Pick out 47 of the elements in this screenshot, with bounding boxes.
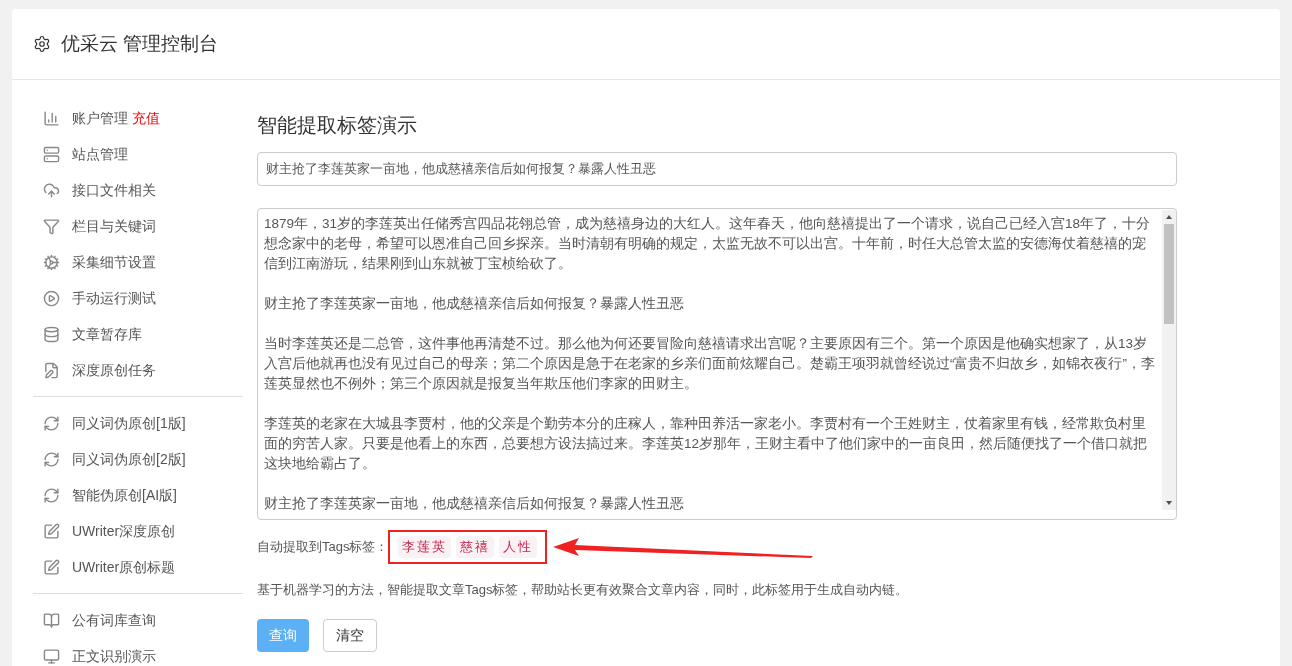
sidebar-item[interactable]: 正文识别演示 (33, 638, 243, 666)
content-textarea[interactable] (257, 208, 1177, 520)
tag-chip: 人性 (499, 536, 538, 558)
refresh-icon (43, 486, 60, 504)
sidebar-item[interactable]: 深度原创任务 (33, 352, 243, 388)
edit-icon (43, 558, 60, 576)
sidebar-item[interactable]: 接口文件相关 (33, 172, 243, 208)
sidebar-item[interactable]: 文章暂存库 (33, 316, 243, 352)
settings-icon (33, 35, 51, 53)
refresh-icon (43, 414, 60, 432)
sidebar-item[interactable]: 公有词库查询 (33, 602, 243, 638)
server-icon (43, 145, 60, 163)
bar-chart-icon (43, 109, 60, 127)
sidebar-item[interactable]: UWriter深度原创 (33, 513, 243, 549)
play-icon (43, 289, 60, 307)
title-input-field[interactable]: 财主抢了李莲英家一亩地，他成慈禧亲信后如何报复？暴露人性丑恶 (257, 152, 1177, 186)
sidebar-item[interactable]: 站点管理 (33, 136, 243, 172)
description-text: 基于机器学习的方法，智能提取文章Tags标签，帮助站长更有效聚合文章内容，同时，此标签用于生成自动内链。 (257, 580, 910, 599)
edit-icon (43, 522, 60, 540)
sidebar-item[interactable]: 栏目与关键词 (33, 208, 243, 244)
article-paragraph: 财主抢了李莲英家一亩地，他成慈禧亲信后如何报复？暴露人性丑恶 (264, 295, 685, 313)
database-icon (43, 325, 60, 343)
sidebar-item[interactable]: 智能伪原创[AI版] (33, 477, 243, 513)
tag-chip: 李莲英 (398, 536, 452, 558)
filter-icon (43, 217, 60, 235)
tags-label: 自动提取到Tags标签： (257, 538, 389, 556)
cloud-upload-icon (43, 181, 60, 199)
article-paragraph: 财主抢了李莲英家一亩地，他成慈禧亲信后如何报复？暴露人性丑恶 (264, 495, 685, 513)
tag-chip: 慈禧 (456, 536, 495, 558)
sidebar-item[interactable]: 采集细节设置 (33, 244, 243, 280)
sidebar-item[interactable]: 同义词伪原创[1版] (33, 405, 243, 441)
article-paragraph: 李莲英的老家在大城县李贾村，他的父亲是个勤劳本分的庄稼人，靠种田养活一家老小。李贾村有一个王姓财主，仗着家里有钱，经常欺负村里面的穷苦人家。只要是他看上的东西，总要想方设法搞过来。李莲英12岁那年，王财主看中了他们家中的一亩良田，然后随便找了一个借口就把这块地给霸占了。 (264, 415, 1149, 473)
monitor-icon (43, 647, 60, 665)
page-heading: 智能提取标签演示 (257, 113, 418, 138)
book-icon (43, 611, 60, 629)
recharge-link[interactable]: 充值 (132, 107, 160, 129)
sidebar-item[interactable]: 账户管理 充值 (33, 100, 243, 136)
sidebar-item[interactable]: 手动运行测试 (33, 280, 243, 316)
document-edit-icon (43, 361, 60, 379)
console-title: 优采云 管理控制台 (61, 31, 219, 56)
sidebar-item[interactable]: UWriter原创标题 (33, 549, 243, 585)
sidebar-item[interactable]: 同义词伪原创[2版] (33, 441, 243, 477)
refresh-icon (43, 450, 60, 468)
article-paragraph: 当时李莲英还是二总管，这件事他再清楚不过。那么他为何还要冒险向慈禧请求出宫呢？主要原因有三个。第一个原因是他确实想家了，从13岁入宫后他就再也没有见过自己的母亲；第二个原因是急于在老家的乡亲们面前炫耀自己。楚霸王项羽就曾经说过“富贵不归故乡，如锦衣夜行”，李莲英显然也不例外；第三个原因就是报复当年欺压他们李家的田财主。 (264, 335, 1156, 393)
clear-button[interactable]: 清空 (323, 619, 377, 652)
article-paragraph: 1879年，31岁的李莲英出任储秀宫四品花翎总管，成为慈禧身边的大红人。这年春天，他向慈禧提出了一个请求，说自己已经入宫18年了，十分想念家中的老母，希望可以恩准自己回乡探亲。当时清朝有明确的规定，太监无故不可以出宫。十年前，时任大总管太监的安德海仗着慈禧的宠信到江南游玩，结果刚到山东就被丁宝桢给砍了。 (264, 215, 1152, 273)
gears-icon (43, 253, 60, 271)
